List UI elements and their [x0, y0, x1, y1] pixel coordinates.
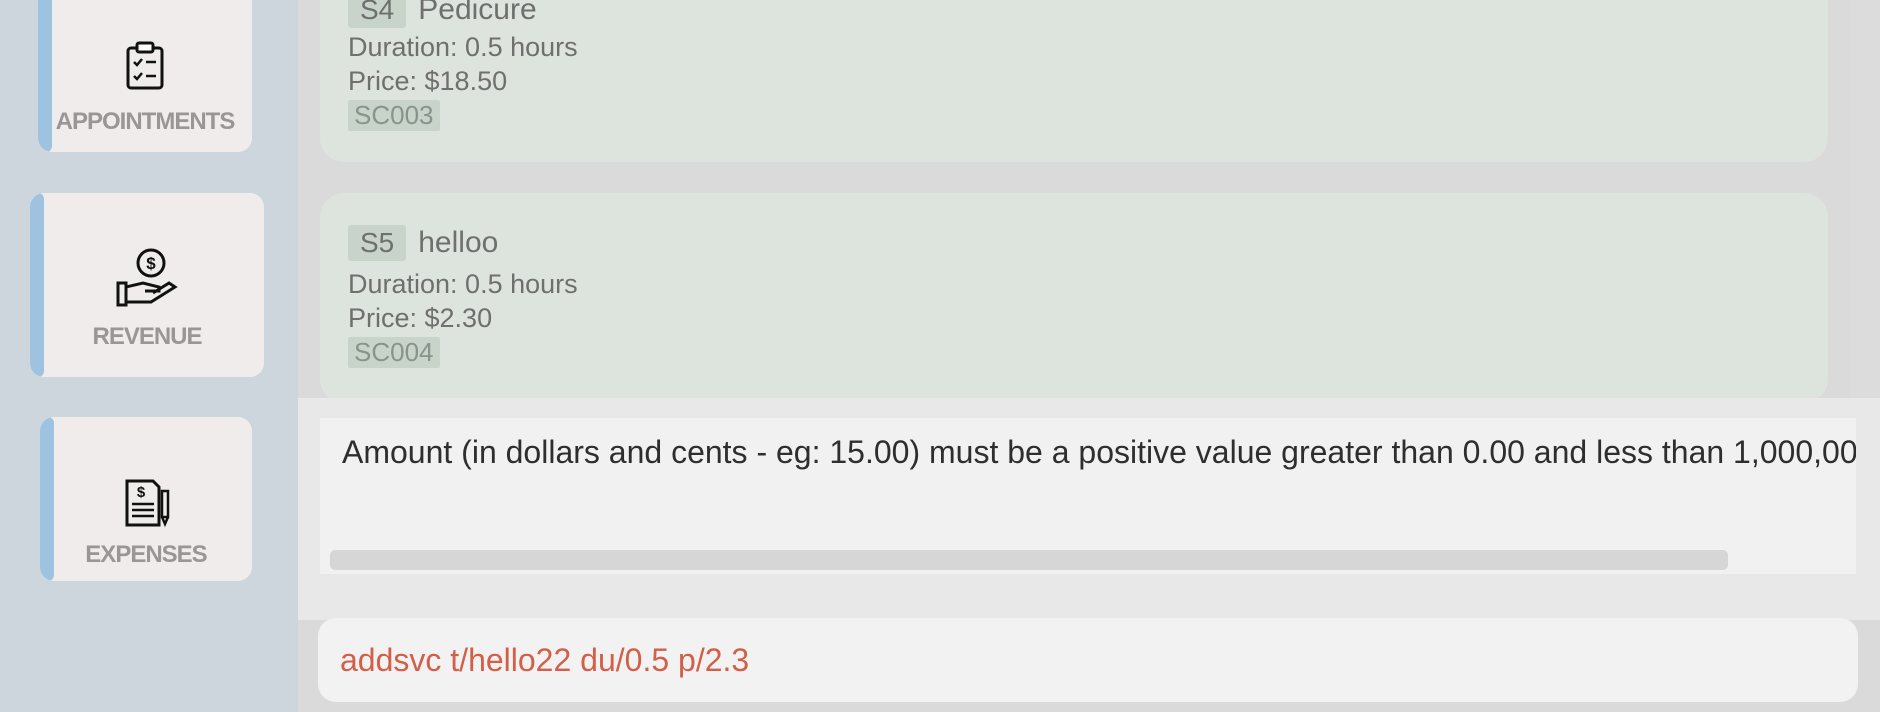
command-box[interactable]: addsvc t/hello22 du/0.5 p/2.3 — [318, 618, 1858, 702]
sidebar-item-label: EXPENSES — [85, 541, 207, 568]
sidebar-item-expenses[interactable]: $ EXPENSES — [40, 417, 252, 581]
result-message: Amount (in dollars and cents - eg: 15.00… — [342, 434, 1856, 470]
service-id-badge: S4 — [348, 0, 407, 28]
service-price: Price: $2.30 — [348, 303, 493, 333]
sidebar-item-appointments[interactable]: APPOINTMENTS — [38, 0, 252, 152]
list-scrollbar-track[interactable] — [1850, 0, 1880, 400]
service-name: Pedicure — [418, 0, 537, 26]
hand-dollar-icon: $ — [30, 247, 264, 309]
svg-text:$: $ — [146, 254, 156, 273]
service-price: Price: $18.50 — [348, 66, 508, 96]
command-input[interactable]: addsvc t/hello22 du/0.5 p/2.3 — [340, 642, 749, 679]
service-id-badge: S5 — [348, 225, 407, 261]
svg-text:$: $ — [137, 484, 146, 501]
sidebar: APPOINTMENTS $ REVENUE $ EXPENSES — [0, 0, 298, 712]
result-horizontal-scrollbar[interactable] — [330, 550, 1728, 570]
sidebar-item-label: REVENUE — [92, 323, 202, 350]
service-duration: Duration: 0.5 hours — [348, 269, 578, 299]
receipt-pen-icon: $ — [40, 477, 252, 529]
service-duration: Duration: 0.5 hours — [348, 32, 578, 62]
service-card[interactable]: S5 helloo Duration: 0.5 hours Price: $2.… — [320, 193, 1828, 403]
sidebar-item-revenue[interactable]: $ REVENUE — [30, 193, 264, 377]
service-code-tag: SC003 — [348, 100, 440, 131]
service-code-tag: SC004 — [348, 337, 440, 368]
service-name: helloo — [418, 226, 499, 259]
clipboard-check-icon — [38, 40, 252, 90]
service-card[interactable]: S4 Pedicure Duration: 0.5 hours Price: $… — [320, 0, 1828, 162]
sidebar-item-label: APPOINTMENTS — [55, 108, 236, 135]
